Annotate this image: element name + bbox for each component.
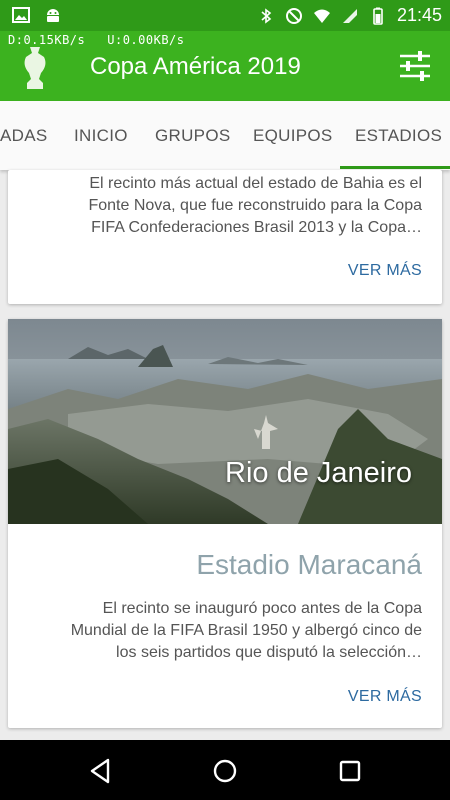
tab-jornadas[interactable]: ADAS <box>0 101 48 170</box>
android-icon <box>47 9 59 22</box>
system-navigation-bar <box>0 740 450 800</box>
tab-equipos[interactable]: EQUIPOS <box>253 101 333 170</box>
recents-icon[interactable] <box>335 756 365 786</box>
description-line: Mundial de la FIFA Brasil 1950 y albergó… <box>70 622 422 639</box>
rio-photo-image <box>8 319 442 524</box>
tab-grupos[interactable]: GRUPOS <box>155 101 230 170</box>
ver-mas-button[interactable]: VER MÁS <box>348 262 422 280</box>
bluetooth-icon <box>261 7 272 24</box>
description-line: El recinto se inauguró poco antes de la … <box>102 600 422 617</box>
home-icon[interactable] <box>210 756 240 786</box>
stadium-card[interactable]: El recinto más actual del estado de Bahi… <box>8 170 442 304</box>
battery-icon <box>373 7 383 25</box>
description-line: El recinto más actual del estado de Bahi… <box>89 175 422 192</box>
description-line: FIFA Confederaciones Brasil 2013 y la Co… <box>91 219 422 236</box>
app-title: Copa América 2019 <box>90 53 301 80</box>
stadium-photo[interactable]: Rio de Janeiro <box>8 319 442 524</box>
signal-icon <box>342 8 357 23</box>
stadium-title: Estadio Maracaná <box>196 549 422 580</box>
description-line: Fonte Nova, que fue reconstruido para la… <box>88 197 422 214</box>
trophy-icon <box>24 47 46 89</box>
status-bar: 21:45 <box>0 0 450 31</box>
app-bar: D:0.15KB/s U:0.00KB/s Copa América 2019 <box>0 31 450 101</box>
card-description: El recinto más actual del estado de Bahi… <box>88 173 422 239</box>
card-description: El recinto se inauguró poco antes de la … <box>71 598 422 664</box>
dnd-icon <box>285 7 302 24</box>
active-tab-indicator <box>340 166 450 169</box>
city-caption: Rio de Janeiro <box>225 457 412 489</box>
filter-sliders-icon[interactable] <box>398 49 432 83</box>
wifi-icon <box>313 9 330 23</box>
back-icon[interactable] <box>86 756 116 786</box>
description-line: los seis partidos que disputó la selecci… <box>116 644 422 661</box>
tab-inicio[interactable]: INICIO <box>74 101 128 170</box>
ver-mas-button[interactable]: VER MÁS <box>348 688 422 706</box>
upload-speed: U:0.00KB/s <box>107 33 185 47</box>
image-icon <box>12 7 30 23</box>
tab-estadios[interactable]: ESTADIOS <box>355 101 442 170</box>
clock: 21:45 <box>396 5 442 25</box>
tab-bar: ADAS INICIO GRUPOS EQUIPOS ESTADIOS <box>0 101 450 170</box>
stadium-card[interactable]: Rio de Janeiro Estadio Maracaná El recin… <box>8 319 442 728</box>
